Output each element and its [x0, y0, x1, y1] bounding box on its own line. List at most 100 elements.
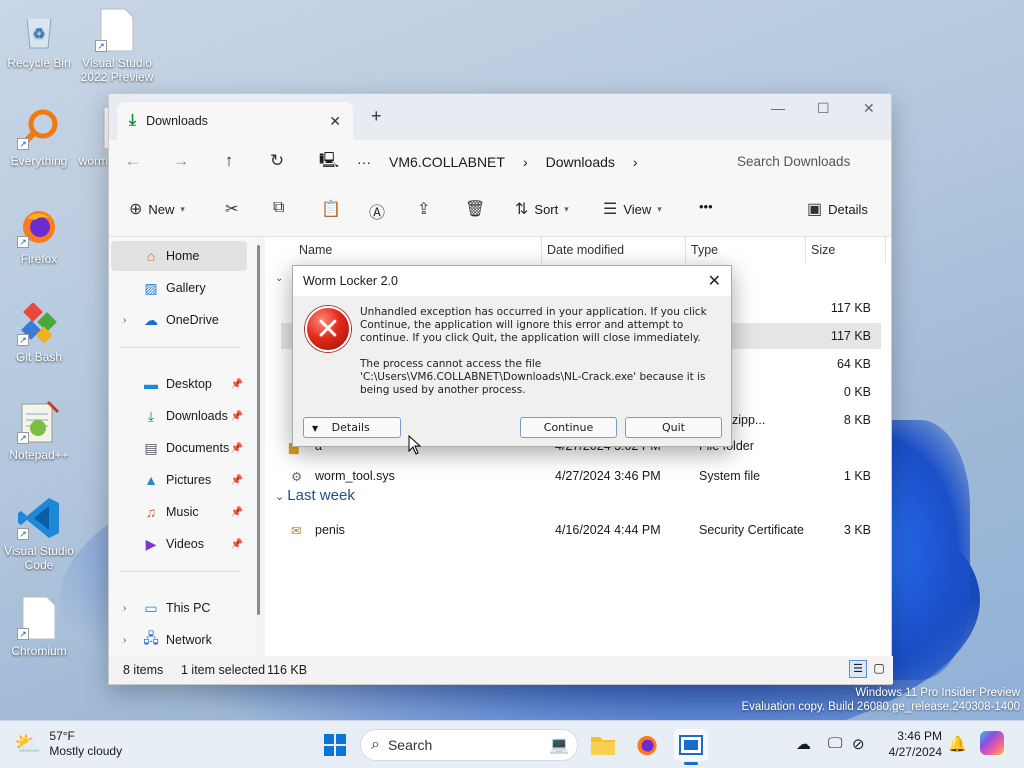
worm-locker-taskbar-icon[interactable] — [674, 729, 708, 765]
overflow-dots-icon[interactable]: ··· — [357, 154, 371, 170]
desktop-icon-visual-studio-preview[interactable]: ↗ Visual Studio 2022 Preview — [78, 8, 156, 84]
notification-bell-icon[interactable]: 🔔 — [948, 735, 967, 753]
tab-downloads[interactable]: ⤓ Downloads ✕ — [117, 102, 353, 140]
divider — [119, 571, 241, 572]
clock[interactable]: 3:46 PM 4/27/2024 — [880, 728, 942, 760]
nav-pictures[interactable]: ▲ Pictures 📌 — [111, 465, 247, 495]
monitor-icon: ▭ — [144, 599, 158, 616]
nav-documents[interactable]: ▤ Documents 📌 — [111, 433, 247, 463]
nav-network[interactable]: › 🖧 Network — [111, 625, 247, 655]
column-header-date[interactable]: Date modified — [547, 243, 624, 257]
error-x-icon: ✕ — [305, 306, 351, 352]
refresh-icon[interactable]: ↻ — [253, 151, 301, 171]
details-pane-button[interactable]: ▣ Details — [807, 199, 868, 219]
table-row[interactable]: ✉ penis 4/16/2024 4:44 PM Security Certi… — [281, 517, 881, 543]
desktop-icon-worm[interactable]: worm — [72, 106, 108, 168]
chevron-right-icon[interactable]: › — [123, 315, 126, 326]
desktop-icon-git-bash[interactable]: ↗ Git Bash — [0, 302, 78, 364]
forward-arrow-icon[interactable]: → — [157, 151, 205, 171]
rename-button[interactable]: Ⓐ — [369, 199, 385, 223]
trash-icon: 🗑 — [465, 201, 486, 218]
chevron-right-icon: › — [632, 154, 638, 170]
back-arrow-icon[interactable]: ← — [109, 151, 157, 171]
file-icon — [98, 106, 108, 150]
chevron-down-icon[interactable]: ⌄ — [275, 273, 283, 284]
weather-widget[interactable]: ⛅ 57°F Mostly cloudy — [14, 729, 122, 759]
minimize-button[interactable]: — — [771, 100, 785, 116]
pin-icon[interactable]: 📌 — [231, 443, 243, 454]
network-status-icon[interactable]: ⊘ — [852, 735, 865, 753]
network-icon: 🖧 — [143, 630, 159, 646]
tiles-view-icon[interactable]: ▢ — [871, 660, 887, 678]
copy-icon: ⧉ — [273, 199, 285, 216]
maximize-button[interactable]: ☐ — [817, 100, 830, 117]
desktop-icon-vscode[interactable]: ↗ Visual Studio Code — [0, 496, 78, 572]
address-bar: ← → ↑ ↻ 🖳 ··· VM6.COLLABNET › Downloads … — [109, 140, 891, 182]
download-arrow-icon: ⤓ — [129, 112, 137, 129]
onedrive-offline-icon[interactable]: ☁ — [796, 735, 811, 753]
error-dialog[interactable]: Worm Locker 2.0 ✕ ✕ Unhandled exception … — [292, 265, 732, 447]
cut-button[interactable]: ✂ — [225, 199, 238, 219]
file-icon: ↗ — [95, 8, 139, 52]
table-row[interactable]: ⚙ worm_tool.sys 4/27/2024 3:46 PM System… — [281, 463, 881, 489]
chevron-down-icon: ▾ — [564, 203, 569, 214]
details-button[interactable]: ▼ Details — [303, 417, 401, 438]
pin-icon[interactable]: 📌 — [231, 507, 243, 518]
chevron-right-icon[interactable]: › — [123, 635, 126, 646]
nav-gallery[interactable]: ▨ Gallery — [111, 273, 247, 303]
desktop-icon-everything[interactable]: ↗ Everything — [0, 106, 78, 168]
more-options-button[interactable]: ••• — [699, 199, 713, 214]
rename-icon: Ⓐ — [369, 205, 386, 222]
desktop-icon-chromium[interactable]: ↗ Chromium — [0, 596, 78, 658]
taskbar-search-box[interactable]: ⌕ Search 💻 — [360, 729, 578, 761]
paste-button[interactable]: 📋 — [321, 199, 341, 219]
nav-onedrive[interactable]: › ☁ OneDrive — [111, 305, 247, 335]
pin-icon[interactable]: 📌 — [231, 475, 243, 486]
desktop-icon-notepad-plus-plus[interactable]: ↗ Notepad++ — [0, 400, 78, 462]
desktop-icon-firefox[interactable]: ↗ Firefox — [0, 204, 78, 266]
status-bar: 8 items 1 item selected 116 KB ☰ ▢ — [109, 656, 893, 684]
firefox-taskbar-icon[interactable] — [630, 729, 664, 761]
close-tab-icon[interactable]: ✕ — [329, 113, 341, 130]
share-button[interactable]: ⇪ — [417, 199, 430, 219]
new-button[interactable]: ⊕ New ▾ — [129, 199, 185, 219]
file-explorer-taskbar-icon[interactable] — [586, 729, 620, 761]
up-arrow-icon[interactable]: ↑ — [205, 151, 253, 171]
details-view-icon[interactable]: ☰ — [849, 660, 867, 678]
cloud-icon: ☁ — [144, 311, 158, 328]
nav-this-pc[interactable]: › ▭ This PC — [111, 593, 247, 623]
quit-button[interactable]: Quit — [625, 417, 722, 438]
continue-button[interactable]: Continue — [520, 417, 617, 438]
picture-icon: ▲ — [144, 472, 158, 488]
column-header-type[interactable]: Type — [691, 243, 718, 257]
nav-videos[interactable]: ▶ Videos 📌 — [111, 529, 247, 559]
sort-button[interactable]: ⇅ Sort ▾ — [515, 199, 569, 219]
column-header-size[interactable]: Size — [811, 243, 835, 257]
folder-icon — [591, 737, 615, 755]
desktop-icon-recycle-bin[interactable]: ♻ Recycle Bin — [0, 8, 78, 70]
pin-icon[interactable]: 📌 — [231, 539, 243, 550]
nav-desktop[interactable]: ▬ Desktop 📌 — [111, 369, 247, 399]
new-tab-button[interactable]: + — [371, 106, 382, 127]
view-button[interactable]: ☰ View ▾ — [603, 199, 662, 219]
copy-button[interactable]: ⧉ — [273, 199, 284, 217]
nav-downloads[interactable]: ⤓ Downloads 📌 — [111, 401, 247, 431]
breadcrumb-downloads[interactable]: Downloads — [546, 154, 615, 170]
start-button[interactable] — [318, 729, 352, 761]
nav-scrollbar[interactable] — [257, 245, 260, 615]
chevron-right-icon[interactable]: › — [123, 603, 126, 614]
nav-music[interactable]: ♫ Music 📌 — [111, 497, 247, 527]
nav-home[interactable]: ⌂ Home — [111, 241, 247, 271]
search-input[interactable]: Search Downloads — [721, 146, 885, 176]
group-header-last-week[interactable]: ⌄ Last week — [275, 487, 355, 504]
close-window-button[interactable]: ✕ — [863, 100, 875, 117]
delete-button[interactable]: 🗑 — [465, 199, 485, 219]
column-header-name[interactable]: Name — [299, 243, 332, 257]
breadcrumb-vm6[interactable]: VM6.COLLABNET — [389, 154, 505, 170]
dialog-close-button[interactable]: ✕ — [708, 271, 721, 291]
pin-icon[interactable]: 📌 — [231, 379, 243, 390]
copilot-icon[interactable] — [980, 731, 1004, 755]
pin-icon[interactable]: 📌 — [231, 411, 243, 422]
breadcrumb[interactable]: 🖳 ··· VM6.COLLABNET › Downloads › — [319, 148, 709, 176]
display-icon[interactable]: 🖵 — [828, 735, 842, 752]
